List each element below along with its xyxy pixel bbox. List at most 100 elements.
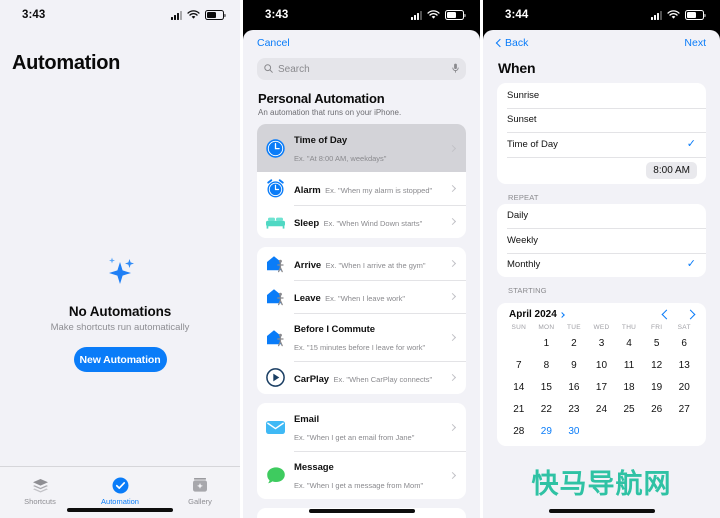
microphone-icon[interactable] [452, 60, 459, 78]
when-option-sunrise[interactable]: Sunrise [497, 83, 706, 108]
calendar-day[interactable]: 23 [560, 398, 588, 420]
trigger-row-before-i-commute[interactable]: Before I Commute Ex. "15 minutes before … [257, 313, 466, 361]
calendar-day[interactable]: 24 [588, 398, 616, 420]
status-time: 3:43 [265, 9, 289, 21]
trigger-row-email[interactable]: Email Ex. "When I get an email from Jane… [257, 403, 466, 451]
calendar-week-row: 14 15 16 17 18 19 20 [505, 376, 698, 398]
calendar-day[interactable]: 27 [670, 398, 698, 420]
starting-section-label: STARTING [508, 286, 547, 295]
calendar-weekday-header: SUN MON TUE WED THU FRI SAT [505, 322, 698, 332]
battery-icon [205, 10, 226, 20]
weekday-label: MON [538, 324, 555, 331]
calendar-day[interactable]: 12 [643, 354, 671, 376]
panel1-body: Automation No Automations Make shortcuts… [0, 30, 240, 518]
search-input[interactable] [278, 63, 447, 75]
page-title: Automation [12, 52, 121, 74]
repeat-option-daily[interactable]: Daily [497, 204, 706, 229]
trigger-group: Arrive Ex. "When I arrive at the gym" Le… [257, 247, 466, 394]
calendar-day[interactable]: 11 [615, 354, 643, 376]
calendar-day[interactable]: 29 [533, 420, 561, 442]
status-time: 3:43 [22, 9, 46, 21]
calendar-day[interactable]: 26 [643, 398, 671, 420]
sparkle-icon [0, 254, 240, 294]
calendar-day[interactable]: 7 [505, 354, 533, 376]
search-bar[interactable] [257, 58, 466, 80]
calendar-day[interactable]: 15 [533, 376, 561, 398]
calendar-day[interactable]: 5 [643, 332, 671, 354]
repeat-option-weekly[interactable]: Weekly [497, 228, 706, 253]
trigger-row-leave[interactable]: Leave Ex. "When I leave work" [257, 280, 466, 313]
calendar-day[interactable]: 3 [588, 332, 616, 354]
calendar-day[interactable]: 6 [670, 332, 698, 354]
gallery-icon [160, 474, 240, 496]
sheet-nav-bar: Cancel [246, 30, 477, 56]
calendar-day[interactable]: 20 [670, 376, 698, 398]
repeat-option-monthly[interactable]: Monthly ✓ [497, 252, 706, 278]
trigger-row-message[interactable]: Message Ex. "When I get a message from M… [257, 451, 466, 499]
calendar-day[interactable]: 22 [533, 398, 561, 420]
wifi-icon [187, 10, 200, 20]
calendar-nav [661, 309, 696, 320]
repeat-section-label: REPEAT [508, 192, 539, 202]
calendar-week-row: 28 29 30 [505, 420, 698, 442]
calendar-day[interactable]: 13 [670, 354, 698, 376]
time-picker-row[interactable]: 8:00 AM [497, 156, 706, 184]
tab-shortcuts[interactable]: Shortcuts [0, 474, 80, 506]
calendar-day[interactable]: 9 [560, 354, 588, 376]
cellular-signal-icon [651, 10, 662, 20]
trigger-group: Email Ex. "When I get an email from Jane… [257, 403, 466, 499]
calendar-day[interactable]: 16 [560, 376, 588, 398]
calendar-day[interactable]: 25 [615, 398, 643, 420]
weekday-label: THU [621, 324, 637, 331]
battery-icon [445, 10, 466, 20]
calendar-day[interactable]: 14 [505, 376, 533, 398]
calendar-day[interactable]: 1 [533, 332, 561, 354]
next-button[interactable]: Next [684, 37, 706, 49]
calendar-day[interactable]: 19 [643, 376, 671, 398]
trigger-row-arrive[interactable]: Arrive Ex. "When I arrive at the gym" [257, 247, 466, 280]
calendar-day[interactable]: 28 [505, 420, 533, 442]
section-header: Personal Automation An automation that r… [246, 80, 477, 118]
trigger-row-carplay[interactable]: CarPlay Ex. "When CarPlay connects" [257, 361, 466, 394]
arrive-home-icon [265, 253, 286, 274]
calendar-day[interactable]: 21 [505, 398, 533, 420]
new-automation-button[interactable]: New Automation [73, 347, 167, 372]
trigger-row-sleep[interactable]: Sleep Ex. "When Wind Down starts" [257, 205, 466, 238]
chevron-right-icon[interactable] [685, 309, 696, 320]
trigger-title: CarPlay [294, 373, 330, 385]
back-button[interactable]: Back [495, 37, 528, 49]
mail-icon [265, 417, 286, 438]
trigger-row-time-of-day[interactable]: Time of Day Ex. "At 8:00 AM, weekdays" [257, 124, 466, 172]
calendar-day[interactable]: 18 [615, 376, 643, 398]
tab-gallery[interactable]: Gallery [160, 474, 240, 506]
clock-icon [265, 138, 286, 159]
home-indicator [67, 508, 173, 512]
calendar-day-empty [615, 420, 643, 442]
calendar-day[interactable]: 17 [588, 376, 616, 398]
when-option-sunset[interactable]: Sunset [497, 107, 706, 133]
wifi-icon [667, 10, 680, 20]
time-value[interactable]: 8:00 AM [646, 161, 697, 179]
checkmark-icon: ✓ [686, 258, 696, 271]
chevron-left-icon[interactable] [661, 309, 672, 320]
trigger-example: Ex. "When CarPlay connects" [333, 374, 433, 384]
calendar-header: April 2024 [505, 309, 698, 322]
trigger-example: Ex. "When I leave work" [325, 293, 406, 303]
empty-heading: No Automations [68, 304, 172, 319]
trigger-text: Leave Ex. "When I leave work" [294, 288, 442, 306]
calendar-day[interactable]: 30 [560, 420, 588, 442]
when-option-time-of-day[interactable]: Time of Day ✓ [497, 132, 706, 157]
calendar-day[interactable]: 10 [588, 354, 616, 376]
calendar-day[interactable]: 8 [533, 354, 561, 376]
calendar-day[interactable]: 4 [615, 332, 643, 354]
chevron-right-icon [448, 184, 457, 193]
calendar-day[interactable]: 2 [560, 332, 588, 354]
cancel-button[interactable]: Cancel [257, 37, 290, 49]
tab-automation[interactable]: Automation [80, 474, 160, 506]
tab-label: Automation [101, 497, 139, 506]
trigger-title: Sleep [294, 217, 320, 229]
chevron-right-icon [448, 292, 457, 301]
trigger-row-alarm[interactable]: Alarm Ex. "When my alarm is stopped" [257, 172, 466, 205]
calendar-month-button[interactable]: April 2024 [509, 309, 565, 320]
tab-label: Gallery [188, 497, 212, 506]
